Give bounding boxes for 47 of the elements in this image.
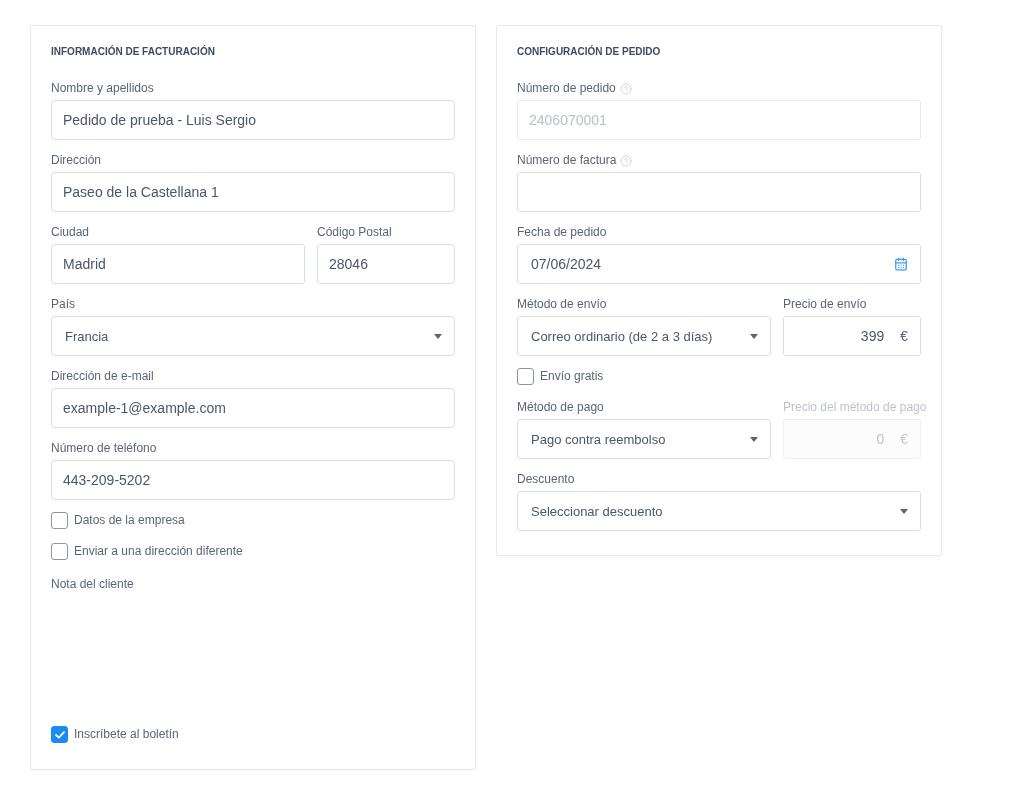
field-label: País: [51, 296, 75, 313]
dropdown[interactable]: Seleccionar descuento: [517, 491, 921, 531]
text-input[interactable]: example-1@example.com: [51, 388, 455, 428]
checkbox-label: Enviar a una dirección diferente: [74, 543, 243, 560]
field-label: Dirección: [51, 152, 101, 169]
caret-icon: [750, 333, 758, 339]
caret-icon: [900, 508, 908, 514]
date-input[interactable]: 07/06/2024: [517, 244, 921, 284]
text-input[interactable]: 443-209-5202: [51, 460, 455, 500]
caret-icon: [434, 333, 442, 339]
checkmark-icon: [54, 730, 65, 739]
field-label: Número de pedido: [517, 80, 616, 97]
checkbox-label: Envío gratis: [540, 368, 604, 385]
price-input[interactable]: 399 €: [783, 316, 921, 356]
text-input[interactable]: Paseo de la Castellana 1: [51, 172, 455, 212]
checkbox[interactable]: [517, 368, 534, 385]
field-label: Número de factura: [517, 152, 617, 169]
field-label: Nota del cliente: [51, 576, 134, 593]
field-label: Método de pago: [517, 399, 604, 416]
currency-suffix: €: [900, 431, 908, 447]
caret-icon: [750, 436, 758, 442]
currency-suffix: €: [900, 328, 908, 344]
calendar-icon: [894, 257, 908, 271]
field-label: Fecha de pedido: [517, 224, 607, 241]
checkbox[interactable]: [51, 512, 68, 529]
dropdown[interactable]: Pago contra reembolso: [517, 419, 771, 459]
section-title: CONFIGURACIÓN DE PEDIDO: [517, 45, 662, 59]
checkbox[interactable]: [51, 543, 68, 560]
text-input[interactable]: 28046: [317, 244, 455, 284]
field-label: Código Postal: [317, 224, 392, 241]
checkbox-label: Datos de la empresa: [74, 512, 185, 529]
field-label: Ciudad: [51, 224, 90, 241]
field-label: Precio del método de pago: [783, 399, 927, 416]
field-label: Número de teléfono: [51, 440, 157, 457]
field-label: Descuento: [517, 471, 575, 488]
text-input[interactable]: Pedido de prueba - Luis Sergio: [51, 100, 455, 140]
section-title: INFORMACIÓN DE FACTURACIÓN: [51, 45, 216, 59]
field-label: Método de envío: [517, 296, 607, 313]
dropdown[interactable]: Francia: [51, 316, 455, 356]
text-input[interactable]: Madrid: [51, 244, 305, 284]
field-label: Dirección de e-mail: [51, 368, 154, 385]
dropdown[interactable]: Correo ordinario (de 2 a 3 días): [517, 316, 771, 356]
field-label: Nombre y apellidos: [51, 80, 154, 97]
checkbox-label: Inscríbete al boletín: [74, 726, 179, 743]
checkbox[interactable]: [51, 726, 68, 743]
field-label: Precio de envío: [783, 296, 867, 313]
text-input[interactable]: [517, 172, 921, 212]
